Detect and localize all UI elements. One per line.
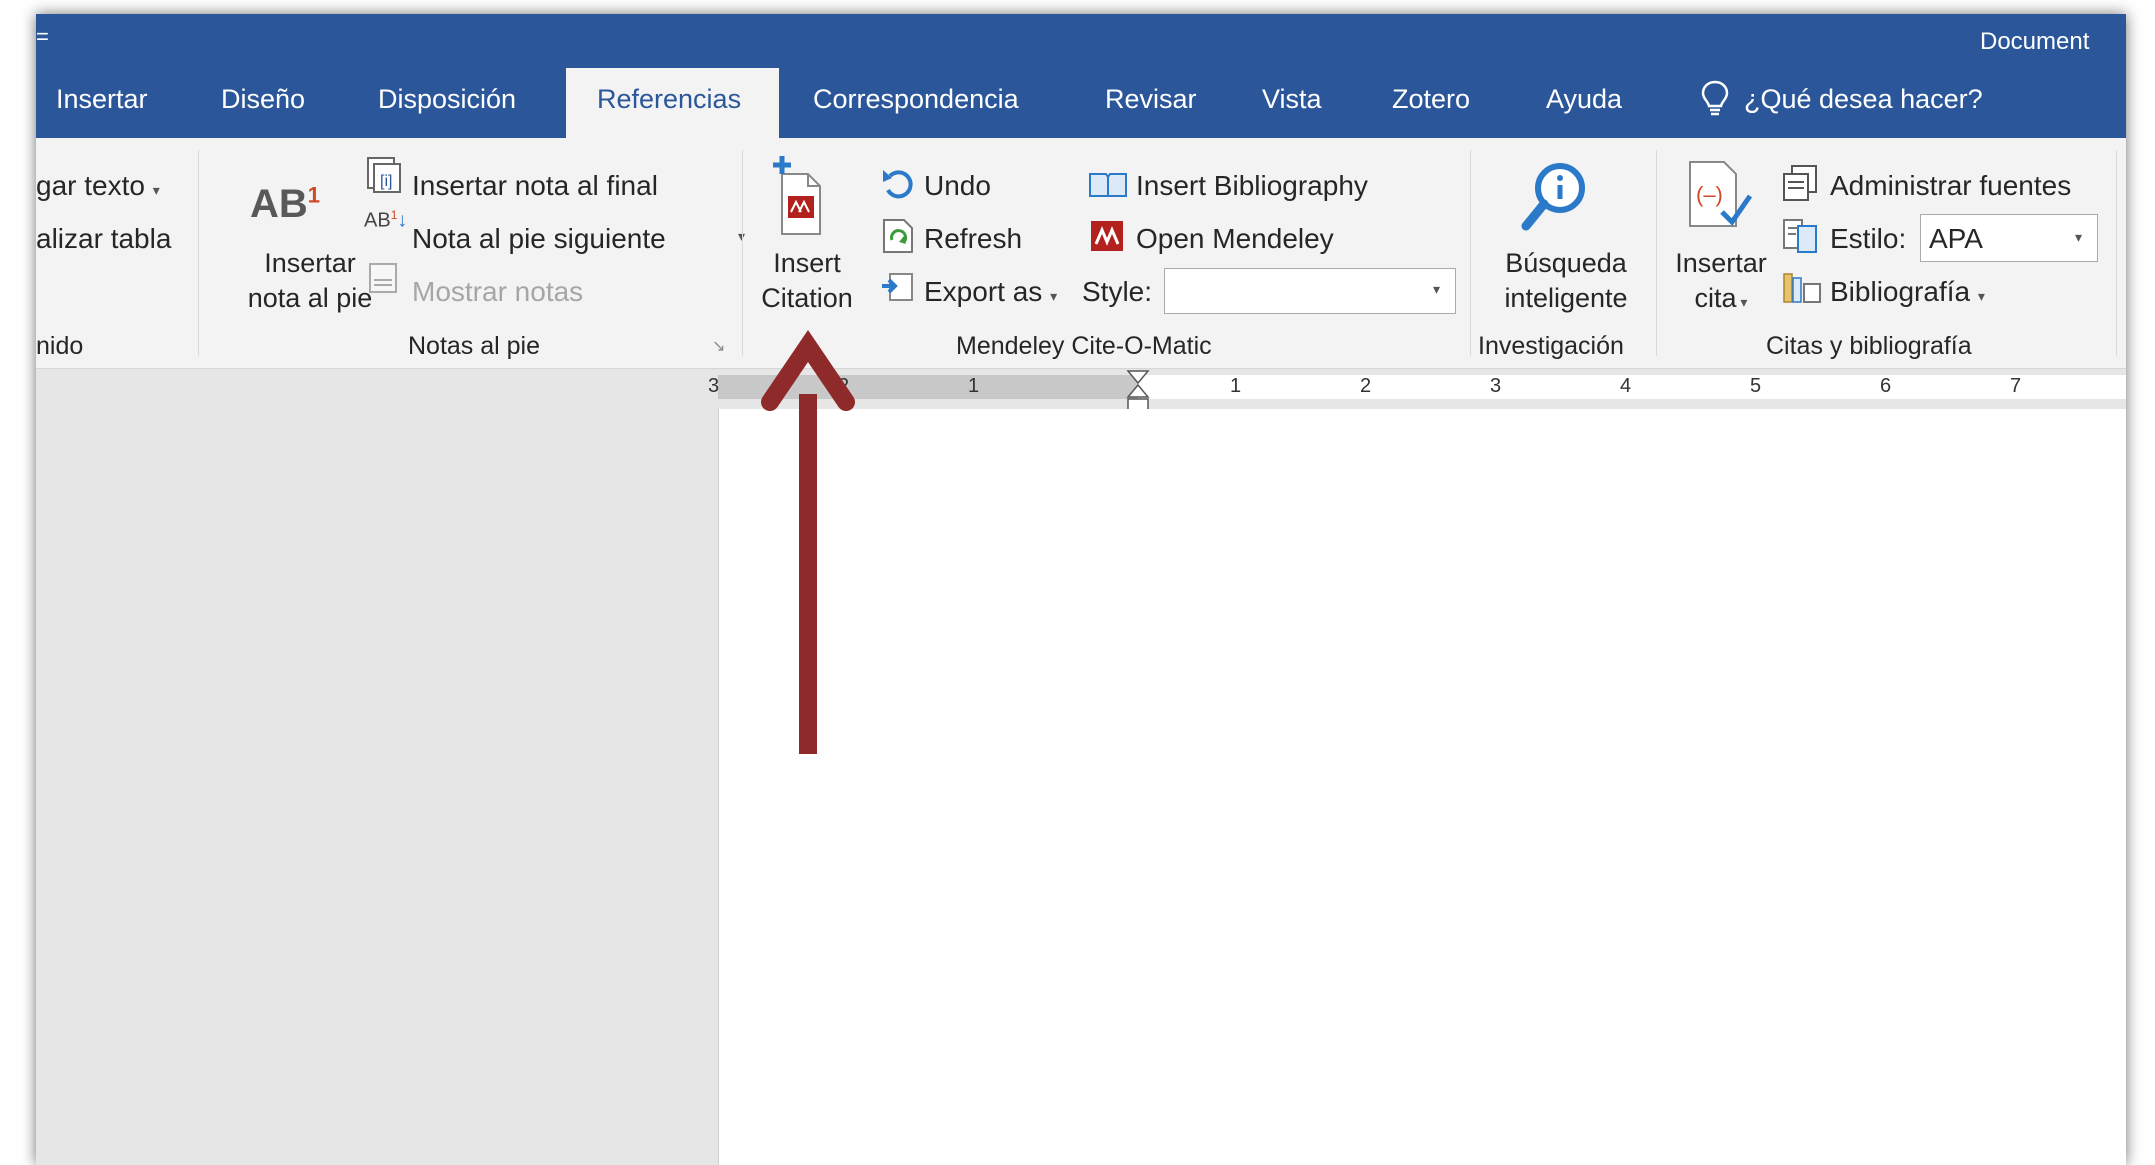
tab-revisar[interactable]: Revisar: [1105, 84, 1197, 115]
ruler-number: 3: [1490, 375, 1502, 397]
bibliography-label: Bibliografía: [1830, 276, 1971, 307]
export-as-button[interactable]: Export as ▾: [924, 276, 1057, 308]
insert-cite-line2: cita: [1694, 283, 1737, 313]
chevron-down-icon: ▾: [1977, 288, 1985, 304]
ruler-number: 1: [968, 375, 980, 397]
open-mendeley-button[interactable]: Open Mendeley: [1136, 223, 1334, 255]
citations-group-label: Citas y bibliografía: [1766, 332, 1972, 360]
mendeley-group-label: Mendeley Cite-O-Matic: [956, 332, 1212, 360]
tell-me-search[interactable]: ¿Qué desea hacer?: [1744, 84, 1983, 115]
insert-bibliography-button[interactable]: Insert Bibliography: [1136, 170, 1368, 202]
ruler-number: 2: [1360, 375, 1372, 397]
ruler-number: 6: [1880, 375, 1892, 397]
tab-vista[interactable]: Vista: [1262, 84, 1322, 115]
insert-cite-button[interactable]: Insertar cita ▾: [1666, 248, 1776, 314]
annotation-arrow: [36, 14, 936, 794]
group-separator: [1470, 150, 1471, 356]
bibliography-button[interactable]: Bibliografía ▾: [1830, 276, 1985, 308]
chevron-down-icon: ▾: [1433, 281, 1441, 297]
book-icon: [1088, 168, 1128, 200]
mendeley-logo-icon: [1090, 220, 1124, 252]
insert-cite-icon[interactable]: (–): [1686, 156, 1756, 236]
style-label: Style:: [1082, 276, 1153, 307]
cite-style-dropdown[interactable]: APA ▾: [1920, 214, 2098, 262]
bibliography-icon: [1782, 270, 1822, 304]
tab-ayuda[interactable]: Ayuda: [1546, 84, 1622, 115]
export-as-label: Export as: [924, 276, 1043, 307]
manage-sources-button[interactable]: Administrar fuentes: [1830, 170, 2071, 202]
ruler-number: 4: [1620, 375, 1632, 397]
chevron-down-icon: ▾: [2075, 229, 2083, 245]
ruler-number: 5: [1750, 375, 1762, 397]
smart-lookup-line2: inteligente: [1504, 283, 1628, 313]
insert-cite-line2-wrap: cita ▾: [1666, 283, 1776, 314]
style-dropdown[interactable]: ▾: [1164, 268, 1456, 314]
group-separator: [2116, 150, 2117, 356]
manage-sources-icon: [1780, 164, 1820, 202]
word-window: = Document Insertar Diseño Disposición R…: [36, 14, 2126, 1165]
ruler-number: 1: [1230, 375, 1242, 397]
chevron-down-icon: ▾: [1050, 288, 1058, 304]
ruler-text-area: [1138, 375, 2126, 399]
smart-lookup-button[interactable]: Búsqueda inteligente: [1476, 248, 1656, 314]
refresh-button[interactable]: Refresh: [924, 223, 1022, 255]
style-icon: [1782, 218, 1820, 254]
window-title: Document: [1980, 28, 2090, 55]
cite-style-label: Estilo:: [1830, 223, 1907, 254]
cite-style-value: APA: [1929, 223, 1983, 254]
svg-text:(–): (–): [1696, 182, 1723, 207]
chevron-down-icon: ▾: [1736, 294, 1748, 310]
ruler-number: 7: [2010, 375, 2022, 397]
tab-zotero[interactable]: Zotero: [1392, 84, 1470, 115]
smart-lookup-icon[interactable]: [1516, 154, 1596, 240]
research-group-label: Investigación: [1478, 332, 1624, 360]
lightbulb-icon[interactable]: [1700, 78, 1730, 118]
group-separator: [1656, 150, 1657, 356]
smart-lookup-line1: Búsqueda: [1505, 248, 1627, 278]
insert-cite-line1: Insertar: [1675, 248, 1767, 278]
